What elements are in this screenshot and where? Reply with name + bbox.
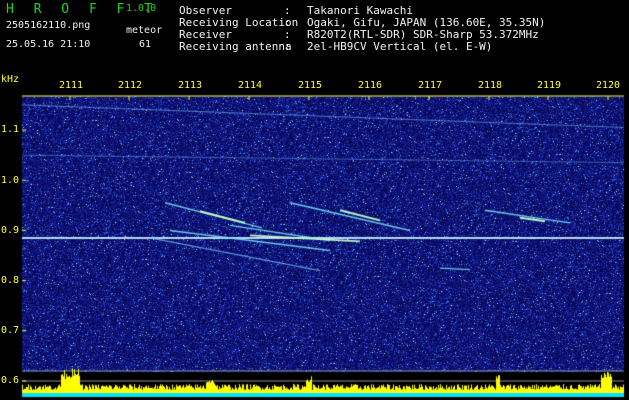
meteor-label: meteor — [126, 25, 163, 36]
freq-tick: 0.7 — [1, 325, 20, 336]
time-tick: 2119 — [537, 80, 562, 91]
info-value-antenna: 2el-HB9CV Vertical (el. E-W) — [307, 40, 493, 53]
time-tick: 2114 — [238, 80, 263, 91]
header-panel: H R O F F T 1.0.0 2505162110.png meteor … — [0, 0, 629, 74]
info-sep: : — [284, 4, 291, 17]
info-key-antenna: Receiving antenna — [179, 40, 292, 53]
info-key-location: Receiving Location — [179, 16, 299, 29]
info-sep: : — [284, 28, 291, 41]
time-tick: 2111 — [59, 80, 84, 91]
info-value-observer: Takanori Kawachi — [307, 4, 413, 17]
info-key-observer: Observer — [179, 4, 232, 17]
time-tick: 2115 — [298, 80, 323, 91]
freq-tick: 0.8 — [1, 275, 20, 286]
time-tick: 2120 — [596, 80, 621, 91]
info-key-receiver: Receiver — [179, 28, 232, 41]
time-tick: 2116 — [358, 80, 383, 91]
freq-tick: 1.1 — [1, 124, 20, 135]
freq-tick: 0.6 — [1, 375, 20, 386]
spectrogram-canvas — [0, 74, 629, 400]
app-version: 1.0.0 — [126, 3, 157, 14]
freq-tick: 0.9 — [1, 225, 20, 236]
time-tick: 2113 — [178, 80, 203, 91]
time-tick: 2118 — [478, 80, 503, 91]
info-sep: : — [284, 16, 291, 29]
info-value-location: Ogaki, Gifu, JAPAN (136.60E, 35.35N) — [307, 16, 546, 29]
time-tick: 2112 — [118, 80, 143, 91]
y-unit-label: kHz — [1, 74, 20, 85]
info-value-receiver: R820T2(RTL-SDR) SDR-Sharp 53.372MHz — [307, 28, 539, 41]
filename-label: 2505162110.png — [6, 20, 91, 31]
info-sep: : — [284, 40, 291, 53]
time-tick: 2117 — [418, 80, 443, 91]
freq-tick: 1.0 — [1, 175, 20, 186]
meteor-count: 61 — [139, 39, 152, 50]
datetime-label: 25.05.16 21:10 — [6, 39, 91, 50]
